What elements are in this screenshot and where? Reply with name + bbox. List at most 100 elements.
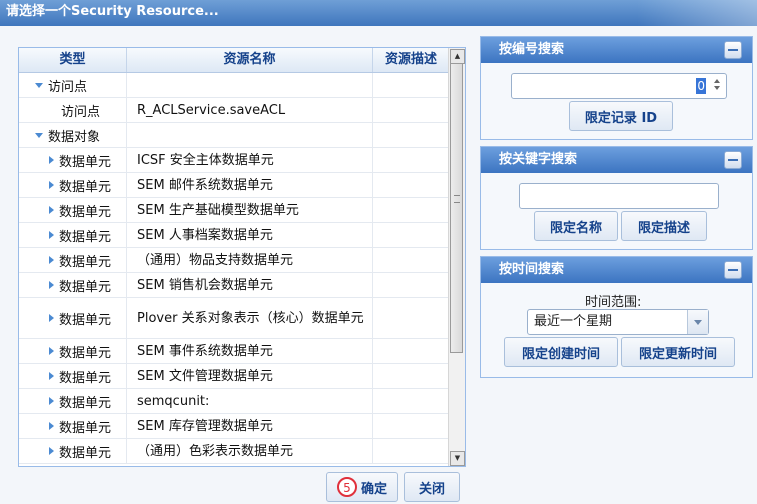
scroll-grip-icon [454,195,460,203]
chevron-down-icon[interactable] [687,310,708,334]
record-id-field[interactable]: 0 [511,73,727,99]
table-row[interactable]: 访问点 [19,73,450,98]
confirm-button[interactable]: 5 确定 [326,472,398,502]
column-header-type[interactable]: 类型 [19,48,127,72]
table-row[interactable]: 数据单元 SEM 人事档案数据单元 [19,223,450,248]
resource-name-cell: SEM 生产基础模型数据单元 [127,198,373,222]
type-cell: 访问点 [19,98,127,122]
close-button[interactable]: 关闭 [404,472,460,502]
search-by-time-panel: 按时间搜索 时间范围: 最近一个星期 限定创建时间 限定更新时间 [480,256,753,378]
collapsed-arrow-icon[interactable] [49,281,54,289]
step-badge: 5 [336,477,357,497]
scroll-up-arrow-icon[interactable]: ▲ [450,49,465,64]
search-by-keyword-panel: 按关键字搜索 限定名称 限定描述 [480,146,753,250]
table-row[interactable]: 数据单元 SEM 生产基础模型数据单元 [19,198,450,223]
collapse-icon[interactable] [724,261,742,279]
resource-name-cell: （通用）色彩表示数据单元 [127,439,373,463]
resource-desc-cell [373,364,450,388]
resource-name-cell [127,73,373,97]
resource-name-cell [127,123,373,147]
type-label: 数据对象 [48,129,101,145]
table-row[interactable]: 数据对象 [19,123,450,148]
type-cell: 数据单元 [19,273,127,297]
table-row[interactable]: 数据单元 SEM 事件系统数据单元 [19,339,450,364]
type-cell: 数据单元 [19,364,127,388]
panel-header-by-id: 按编号搜索 [481,37,752,63]
type-cell: 数据单元 [19,198,127,222]
resource-desc-cell [373,389,450,413]
type-cell: 数据单元 [19,389,127,413]
scroll-thumb[interactable] [450,63,463,353]
filter-record-id-button[interactable]: 限定记录 ID [569,101,673,131]
type-cell: 数据单元 [19,248,127,272]
type-label: 数据单元 [59,312,112,328]
resource-desc-cell [373,123,450,147]
type-label: 数据单元 [59,254,112,270]
type-label: 访问点 [61,104,101,120]
collapsed-arrow-icon[interactable] [49,422,54,430]
type-label: 数据单元 [59,204,112,220]
table-row[interactable]: 数据单元 ICSF 安全主体数据单元 [19,148,450,173]
time-range-label: 时间范围: [585,295,642,310]
collapse-icon[interactable] [724,41,742,59]
resource-name-cell: （通用）物品支持数据单元 [127,248,373,272]
column-header-desc[interactable]: 资源描述 [373,48,450,72]
close-label: 关闭 [418,481,445,497]
column-header-name[interactable]: 资源名称 [127,48,373,72]
collapsed-arrow-icon[interactable] [49,314,54,322]
table-row[interactable]: 数据单元 （通用）物品支持数据单元 [19,248,450,273]
window-titlebar[interactable]: 请选择一个Security Resource... [0,0,757,26]
collapsed-arrow-icon[interactable] [49,206,54,214]
table-row[interactable]: 数据单元 SEM 销售机会数据单元 [19,273,450,298]
panel-title-by-time: 按时间搜索 [499,262,565,277]
type-label: 数据单元 [59,420,112,436]
resource-desc-cell [373,339,450,363]
collapsed-arrow-icon[interactable] [49,347,54,355]
resource-grid: 类型 资源名称 资源描述 访问点 访问点 R_ACLService.saveACL 数… [18,47,466,467]
grid-scrollbar[interactable]: ▲ ▼ [448,48,465,466]
collapsed-arrow-icon[interactable] [49,156,54,164]
type-cell: 数据单元 [19,414,127,438]
expanded-arrow-icon[interactable] [35,82,43,88]
filter-created-time-button[interactable]: 限定创建时间 [504,337,618,367]
type-cell: 数据单元 [19,223,127,247]
resource-name-cell: R_ACLService.saveACL [127,98,373,122]
table-row[interactable]: 数据单元 Plover 关系对象表示（核心）数据单元 [19,298,450,339]
scroll-down-arrow-icon[interactable]: ▼ [450,451,465,466]
filter-updated-time-button[interactable]: 限定更新时间 [621,337,735,367]
table-row[interactable]: 数据单元 semqcunit: [19,389,450,414]
filter-description-button[interactable]: 限定描述 [621,211,707,241]
type-label: 数据单元 [59,179,112,195]
resource-name-cell: semqcunit: [127,389,373,413]
collapsed-arrow-icon[interactable] [49,181,54,189]
collapsed-arrow-icon[interactable] [49,256,54,264]
resource-name-cell: SEM 邮件系统数据单元 [127,173,373,197]
table-row[interactable]: 数据单元 SEM 库存管理数据单元 [19,414,450,439]
collapsed-arrow-icon[interactable] [49,231,54,239]
filter-name-button[interactable]: 限定名称 [534,211,618,241]
type-cell: 数据单元 [19,339,127,363]
collapsed-arrow-icon[interactable] [49,447,54,455]
table-row[interactable]: 数据单元 SEM 邮件系统数据单元 [19,173,450,198]
time-range-value: 最近一个星期 [534,314,613,329]
type-label: 数据单元 [59,229,112,245]
grid-header: 类型 资源名称 资源描述 [19,48,450,73]
collapse-icon[interactable] [724,151,742,169]
type-label: 数据单元 [59,445,112,461]
collapsed-arrow-icon[interactable] [49,397,54,405]
resource-desc-cell [373,223,450,247]
resource-desc-cell [373,173,450,197]
time-range-select[interactable]: 最近一个星期 [527,309,709,335]
spinner-icon[interactable] [710,76,723,96]
resource-desc-cell [373,439,450,463]
expanded-arrow-icon[interactable] [35,132,43,138]
resource-desc-cell [373,248,450,272]
table-row[interactable]: 访问点 R_ACLService.saveACL [19,98,450,123]
resource-name-cell: SEM 事件系统数据单元 [127,339,373,363]
keyword-input[interactable] [519,183,719,209]
panel-title-by-keyword: 按关键字搜索 [499,152,578,167]
collapsed-arrow-icon[interactable] [49,372,54,380]
type-label: 访问点 [48,79,88,95]
table-row[interactable]: 数据单元 SEM 文件管理数据单元 [19,364,450,389]
table-row[interactable]: 数据单元 （通用）色彩表示数据单元 [19,439,450,464]
